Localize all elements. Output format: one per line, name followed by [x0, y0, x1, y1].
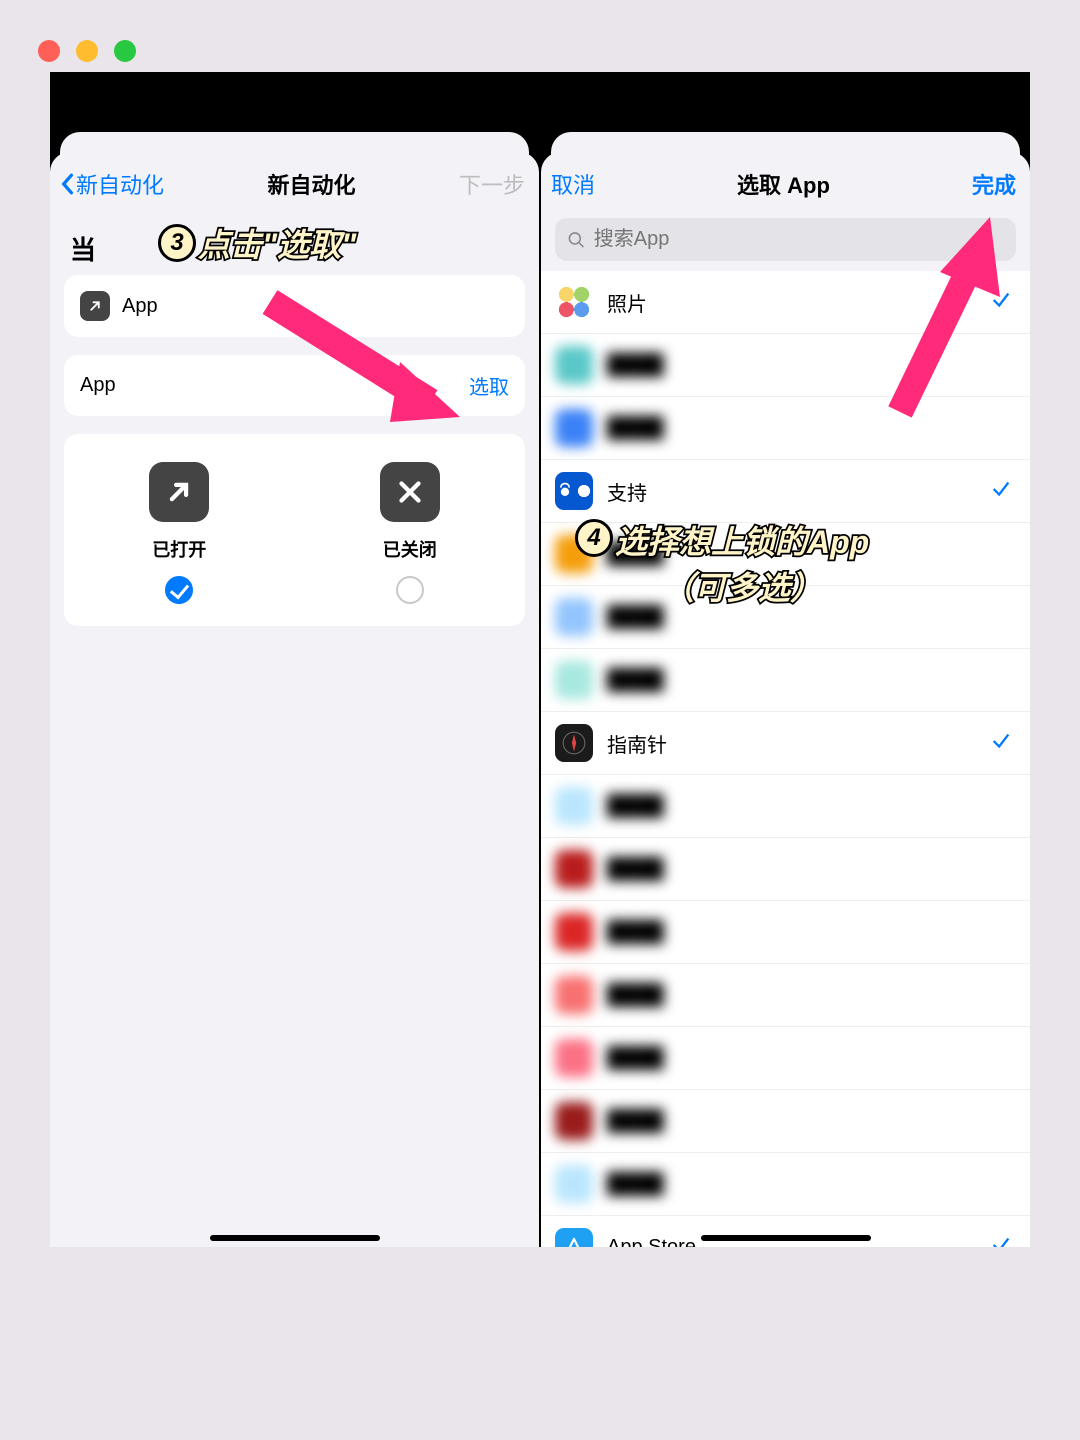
- app-row[interactable]: ████: [541, 964, 1030, 1027]
- check-icon: [990, 728, 1012, 759]
- left-screenshot: 新自动化 新自动化 下一步 当 App App: [50, 72, 539, 1247]
- check-icon: [990, 476, 1012, 507]
- done-button[interactable]: 完成: [972, 168, 1016, 200]
- closed-choice[interactable]: 已关闭: [380, 462, 440, 604]
- app-icon: [555, 724, 593, 762]
- app-icon: [555, 283, 593, 321]
- app-name: ████: [607, 795, 1012, 818]
- app-row[interactable]: ████: [541, 1027, 1030, 1090]
- app-icon: [555, 1102, 593, 1140]
- cancel-button[interactable]: 取消: [551, 168, 595, 200]
- app-icon: [555, 409, 593, 447]
- app-row[interactable]: ████: [541, 838, 1030, 901]
- app-icon: [555, 346, 593, 384]
- app-name: ████: [607, 921, 1012, 944]
- sheet-title: 选取 App: [737, 168, 830, 200]
- chevron-left-icon: [60, 173, 74, 195]
- app-icon: [555, 661, 593, 699]
- app-name: 指南针: [607, 729, 976, 758]
- app-row[interactable]: App Store: [541, 1216, 1030, 1247]
- minimize-window-dot[interactable]: [76, 40, 98, 62]
- app-name: ████: [607, 606, 1012, 629]
- app-name: ████: [607, 1173, 1012, 1196]
- app-icon: [555, 787, 593, 825]
- arrow-to-select: [250, 282, 480, 437]
- tutorial-stage: 新自动化 新自动化 下一步 当 App App: [50, 72, 1030, 1247]
- app-name: ████: [607, 1047, 1012, 1070]
- when-label: 当: [50, 214, 539, 275]
- app-icon: [555, 850, 593, 888]
- maximize-window-dot[interactable]: [114, 40, 136, 62]
- home-indicator: [210, 1235, 380, 1241]
- closed-icon: [380, 462, 440, 522]
- app-row[interactable]: ████: [541, 901, 1030, 964]
- app-row[interactable]: ████: [541, 586, 1030, 649]
- app-select-label: App: [80, 374, 116, 397]
- app-name: ████: [607, 984, 1012, 1007]
- app-name: ████: [607, 543, 1012, 566]
- app-icon: [555, 535, 593, 573]
- sheet-title: 新自动化: [267, 168, 355, 200]
- app-row[interactable]: ████: [541, 649, 1030, 712]
- app-icon: [555, 472, 593, 510]
- app-icon: [555, 1165, 593, 1203]
- closed-radio[interactable]: [396, 576, 424, 604]
- home-indicator: [701, 1235, 871, 1241]
- app-row[interactable]: 支持: [541, 460, 1030, 523]
- opened-choice[interactable]: 已打开: [149, 462, 209, 604]
- app-icon: [555, 1039, 593, 1077]
- arrow-to-done: [860, 202, 1010, 437]
- app-icon: [555, 1228, 593, 1247]
- opened-icon: [149, 462, 209, 522]
- traffic-lights: [0, 0, 1080, 72]
- app-row[interactable]: ████: [541, 775, 1030, 838]
- app-name: ████: [607, 858, 1012, 881]
- app-name: ████: [607, 1110, 1012, 1133]
- app-icon: [555, 598, 593, 636]
- check-icon: [990, 1232, 1012, 1248]
- app-row[interactable]: ████: [541, 1090, 1030, 1153]
- right-screenshot: 取消 选取 App 完成 照片████████支持████████████指南针…: [541, 72, 1030, 1247]
- close-window-dot[interactable]: [38, 40, 60, 62]
- app-icon: [555, 913, 593, 951]
- nav-back-button[interactable]: 新自动化: [60, 168, 164, 200]
- opened-radio[interactable]: [165, 576, 193, 604]
- app-row[interactable]: 指南针: [541, 712, 1030, 775]
- app-name: ████: [607, 669, 1012, 692]
- open-close-card: 已打开 已关闭: [64, 434, 525, 626]
- nav-next-button[interactable]: 下一步: [459, 168, 525, 200]
- app-icon: [555, 976, 593, 1014]
- search-icon: [567, 230, 586, 250]
- app-name: 支持: [607, 477, 976, 506]
- open-app-icon: [80, 291, 110, 321]
- app-row[interactable]: ████: [541, 523, 1030, 586]
- app-row[interactable]: ████: [541, 1153, 1030, 1216]
